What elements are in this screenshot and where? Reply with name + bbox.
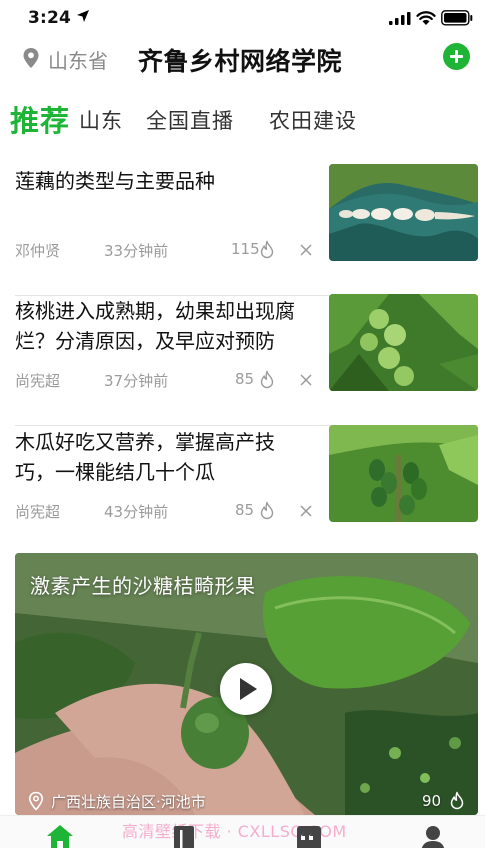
location-arrow-icon [77,10,89,22]
tab-shandong[interactable]: 山东 [79,105,123,135]
status-time: 3:24 [28,8,72,28]
app-header: 山东省 齐鲁乡村网络学院 [0,38,485,82]
flame-icon [260,240,274,259]
map-pin-icon[interactable] [22,47,40,69]
tab-farmland-construction[interactable]: 农田建设 [269,105,357,135]
user-icon[interactable] [420,824,446,848]
news-item[interactable]: 核桃进入成熟期，幼果却出现腐烂？分清原因，及早应对预防 尚宪超 37分钟前 85 [15,294,478,426]
news-time: 33分钟前 [104,242,169,260]
papaya-thumbnail [329,425,478,522]
dismiss-icon[interactable] [298,372,314,388]
walnut-thumbnail [329,294,478,391]
add-button[interactable] [443,43,470,70]
news-views: 115 [231,240,260,258]
news-title: 木瓜好吃又营养，掌握高产技巧，一棵能结几十个瓜 [15,427,313,487]
news-time: 37分钟前 [104,372,169,390]
flame-icon [260,501,274,520]
news-meta: 邓仲贤 33分钟前 115 [15,240,320,262]
news-title: 莲藕的类型与主要品种 [15,169,215,193]
tab-recommended[interactable]: 推荐 [10,98,70,140]
news-views: 85 [235,370,255,388]
tab-national-live[interactable]: 全国直播 [146,105,234,135]
book-icon[interactable] [172,824,196,848]
video-card[interactable]: 激素产生的沙糖桔畸形果 广西壮族自治区·河池市 90 [15,553,478,815]
battery-icon [441,10,473,26]
map-pin-icon [28,791,44,811]
news-meta: 尚宪超 43分钟前 85 [15,501,320,523]
page-title: 齐鲁乡村网络学院 [138,47,343,76]
news-title-text: 核桃进入成熟期，幼果却出现腐烂？分清原因，及早应对预防 [15,299,295,353]
news-views: 85 [235,501,255,519]
province-selector[interactable]: 山东省 [48,45,108,74]
lotus-root-thumbnail [329,164,478,261]
quote-icon[interactable] [296,824,322,848]
news-author: 尚宪超 [15,503,61,521]
news-item[interactable]: 木瓜好吃又营养，掌握高产技巧，一棵能结几十个瓜 尚宪超 43分钟前 85 [15,425,478,557]
video-views: 90 [422,792,442,810]
news-author: 尚宪超 [15,372,61,390]
home-icon[interactable] [46,824,74,848]
dismiss-icon[interactable] [298,242,314,258]
signal-icon [389,12,411,25]
bottom-tab-bar: 高清壁纸下载 · CXLLSC.COM [0,815,485,848]
dismiss-icon[interactable] [298,503,314,519]
news-item[interactable]: 莲藕的类型与主要品种 邓仲贤 33分钟前 115 [15,164,478,296]
flame-icon [450,791,464,810]
video-title: 激素产生的沙糖桔畸形果 [30,574,256,598]
news-time: 43分钟前 [104,503,169,521]
news-title: 核桃进入成熟期，幼果却出现腐烂？分清原因，及早应对预防 [15,296,313,356]
news-title-text: 木瓜好吃又营养，掌握高产技巧，一棵能结几十个瓜 [15,430,275,484]
flame-icon [260,370,274,389]
news-author: 邓仲贤 [15,242,61,260]
video-location: 广西壮族自治区·河池市 [51,793,206,811]
news-meta: 尚宪超 37分钟前 85 [15,370,320,392]
play-button[interactable] [220,663,272,715]
status-bar: 3:24 [0,0,485,38]
wifi-icon [416,11,436,25]
category-tabs: 推荐 山东 全国直播 农田建设 [0,96,485,142]
